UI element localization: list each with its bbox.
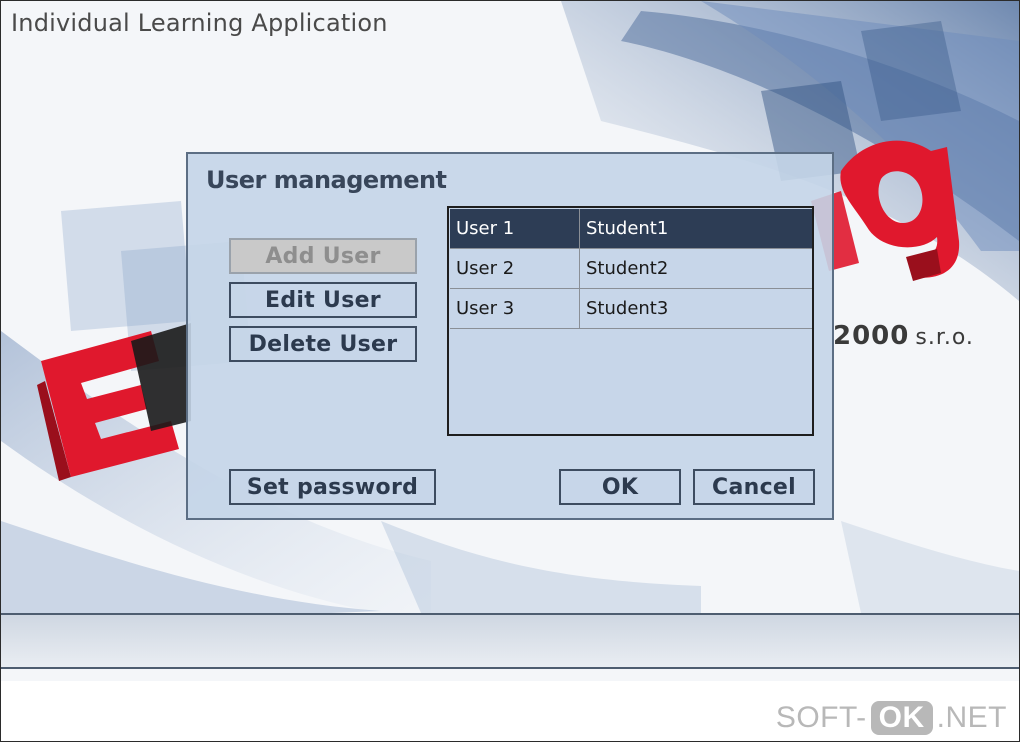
application-window: Individual Learning Application 2000 s.r.… [0,0,1020,742]
company-suffix: s.r.o. [915,325,974,350]
watermark: SOFT- OK .NET [776,701,1007,735]
user-id-cell: User 3 [450,289,580,329]
user-name-cell: Student1 [586,218,669,239]
delete-user-button[interactable]: Delete User [229,326,417,362]
dialog-title: User management [206,166,447,194]
edit-user-button[interactable]: Edit User [229,282,417,318]
set-password-button[interactable]: Set password [229,469,436,505]
user-id-cell: User 2 [450,249,580,289]
user-id-cell: User 1 [450,209,580,249]
user-list[interactable]: User 1 Student1 User 2 Student2 User 3 S… [447,206,814,436]
user-row[interactable]: User 3 Student3 [450,289,812,329]
user-name-cell: Student3 [586,298,669,319]
add-user-button[interactable]: Add User [229,238,417,274]
cancel-button[interactable]: Cancel [693,469,815,505]
watermark-suffix: .NET [936,701,1007,734]
user-name-cell: Student2 [586,258,669,279]
user-management-dialog: User management Add User Edit User Delet… [186,152,834,520]
company-name: 2000 [833,321,910,351]
footer-band [1,613,1019,669]
user-row[interactable]: User 2 Student2 [450,249,812,289]
watermark-highlight: OK [870,701,933,735]
watermark-prefix: SOFT- [775,701,867,734]
company-label: 2000 s.r.o. [833,321,974,351]
user-row[interactable]: User 1 Student1 [450,209,812,249]
app-title: Individual Learning Application [11,9,388,37]
ok-button[interactable]: OK [559,469,681,505]
